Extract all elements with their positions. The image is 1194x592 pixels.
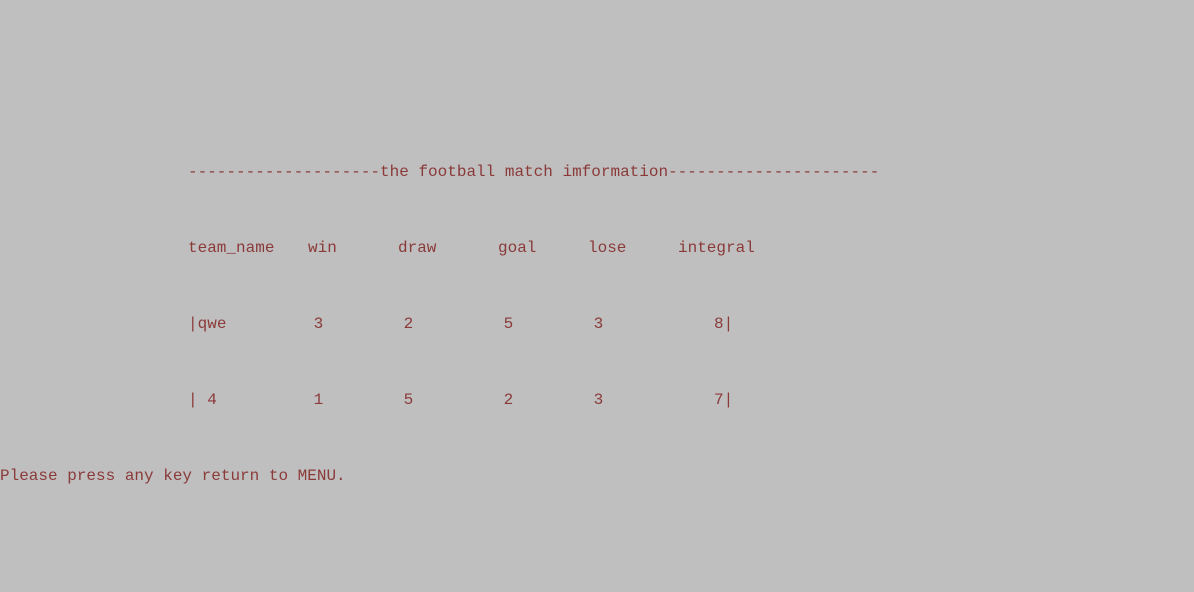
pipe-left: | [188, 380, 198, 420]
cell-integral: 8 [684, 304, 724, 344]
cell-team-name: 4 [198, 380, 314, 420]
cell-win: 3 [314, 304, 404, 344]
table-header-row: team_namewindrawgoalloseintegral [0, 228, 1194, 268]
pipe-left: | [188, 304, 198, 344]
cell-integral: 7 [684, 380, 724, 420]
pipe-right: | [724, 380, 734, 420]
cell-lose: 3 [594, 380, 684, 420]
cell-draw: 5 [404, 380, 504, 420]
cell-goal: 2 [504, 380, 594, 420]
header-goal: goal [498, 228, 588, 268]
cell-draw: 2 [404, 304, 504, 344]
table-row: |qwe32538| [0, 304, 1194, 344]
title-separator: --------------------the football match i… [0, 152, 1194, 192]
cell-lose: 3 [594, 304, 684, 344]
header-integral: integral [678, 228, 758, 268]
prompt-message: Please press any key return to MENU. [0, 456, 1194, 496]
pipe-right: | [724, 304, 734, 344]
header-lose: lose [588, 228, 678, 268]
cell-goal: 5 [504, 304, 594, 344]
header-team-name: team_name [188, 228, 308, 268]
table-row: | 415237| [0, 380, 1194, 420]
cell-team-name: qwe [198, 304, 314, 344]
header-draw: draw [398, 228, 498, 268]
header-win: win [308, 228, 398, 268]
cell-win: 1 [314, 380, 404, 420]
